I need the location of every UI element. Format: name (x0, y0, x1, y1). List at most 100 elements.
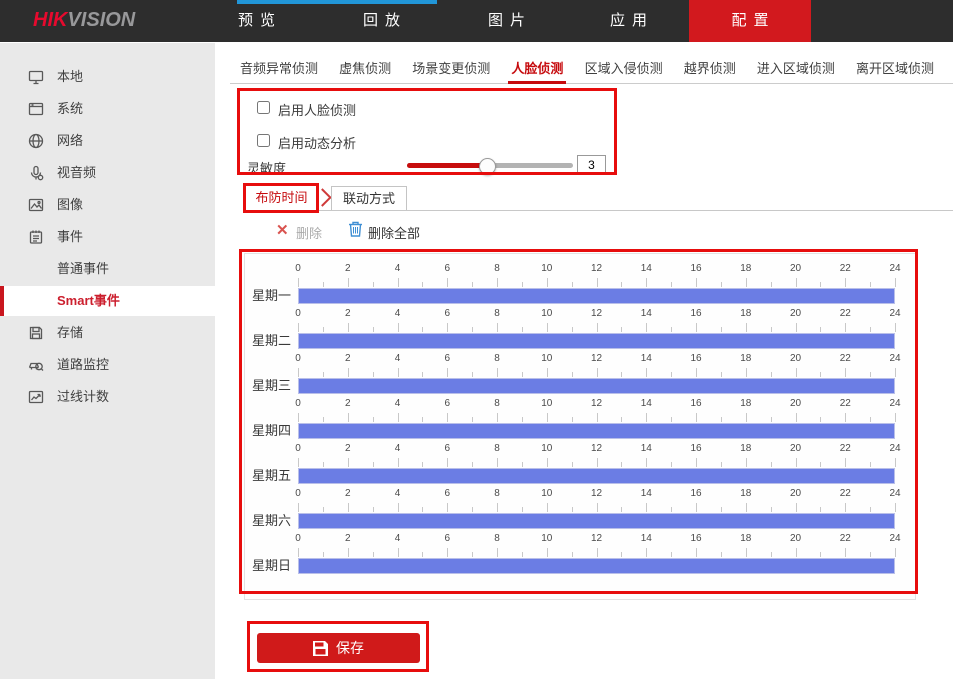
nav-tab-1[interactable]: 预览 (238, 0, 282, 42)
nav-tab-5[interactable]: 配置 (689, 0, 811, 42)
sidebar-item-过线计数[interactable]: 过线计数 (0, 382, 215, 412)
tick-mark (621, 282, 622, 287)
tab-arming-schedule[interactable]: 布防时间 (250, 186, 313, 209)
detection-tab-2[interactable]: 虚焦侦测 (336, 58, 394, 84)
hour-tick-label: 0 (286, 398, 310, 409)
tick-mark (597, 413, 598, 422)
hour-tick-label: 2 (336, 533, 360, 544)
sidebar-item-本地[interactable]: 本地 (0, 62, 215, 92)
tick-mark (646, 458, 647, 467)
save-button[interactable]: 保存 (257, 633, 420, 663)
schedule-bar[interactable] (298, 513, 895, 529)
tick-mark (796, 368, 797, 377)
detection-tab-4[interactable]: 人脸侦测 (508, 58, 566, 84)
tick-mark (621, 507, 622, 512)
tick-mark (572, 552, 573, 557)
tick-mark (522, 327, 523, 332)
tick-mark (373, 462, 374, 467)
detection-tab-3[interactable]: 场景变更侦测 (409, 58, 493, 84)
sidebar-item-系统[interactable]: 系统 (0, 94, 215, 124)
tick-mark (820, 507, 821, 512)
nav-tab-3[interactable]: 图片 (488, 0, 532, 42)
enable-dynamic-analysis-checkbox[interactable] (257, 134, 270, 147)
detection-tab-8[interactable]: 离开区域侦测 (853, 58, 937, 84)
sidebar-item-label: 道路监控 (57, 350, 109, 380)
sidebar-item-事件[interactable]: 事件 (0, 222, 215, 252)
nav-tab-2[interactable]: 回放 (363, 0, 407, 42)
image-icon (28, 197, 44, 213)
hour-tick-label: 10 (535, 263, 559, 274)
schedule-bar[interactable] (298, 423, 895, 439)
sidebar-item-label: 系统 (57, 94, 83, 124)
sidebar-item-Smart事件[interactable]: Smart事件 (0, 286, 215, 316)
hour-tick-label: 18 (734, 488, 758, 499)
hour-tick-label: 12 (585, 533, 609, 544)
line-counting-icon (28, 389, 44, 405)
tab-linkage-method[interactable]: 联动方式 (331, 186, 407, 211)
hour-tick-label: 16 (684, 398, 708, 409)
tick-mark (298, 548, 299, 557)
hour-tick-label: 20 (784, 263, 808, 274)
sidebar-item-普通事件[interactable]: 普通事件 (0, 254, 215, 284)
sidebar-item-网络[interactable]: 网络 (0, 126, 215, 156)
hour-tick-label: 22 (833, 533, 857, 544)
hour-tick-label: 16 (684, 443, 708, 454)
tabstrip-line (243, 210, 953, 211)
tick-mark (671, 552, 672, 557)
hour-tick-label: 0 (286, 443, 310, 454)
tick-mark (696, 503, 697, 512)
tick-mark (298, 368, 299, 377)
tick-mark (721, 372, 722, 377)
tick-mark (422, 417, 423, 422)
sidebar-item-视音频[interactable]: 视音频 (0, 158, 215, 188)
hour-tick-label: 14 (634, 398, 658, 409)
enable-face-detection-checkbox[interactable] (257, 101, 270, 114)
tick-mark (422, 282, 423, 287)
tick-mark (796, 503, 797, 512)
hour-tick-label: 14 (634, 533, 658, 544)
sensitivity-value-input[interactable] (577, 155, 606, 175)
sensitivity-slider-thumb[interactable] (479, 158, 496, 175)
hour-tick-label: 0 (286, 308, 310, 319)
schedule-bar[interactable] (298, 558, 895, 574)
schedule-bar[interactable] (298, 378, 895, 394)
logo-hik: HIK (33, 9, 67, 31)
hour-tick-label: 2 (336, 398, 360, 409)
sidebar-item-存储[interactable]: 存储 (0, 318, 215, 348)
delete-button[interactable]: 删除 (296, 223, 322, 242)
delete-all-button[interactable]: 删除全部 (368, 223, 420, 242)
tick-mark (895, 323, 896, 332)
logo-vision: VISION (67, 9, 135, 31)
tick-mark (820, 552, 821, 557)
hour-tick-label: 16 (684, 353, 708, 364)
sensitivity-slider-fill (407, 163, 487, 168)
sidebar-item-道路监控[interactable]: 道路监控 (0, 350, 215, 380)
hour-tick-label: 14 (634, 353, 658, 364)
tick-mark (323, 282, 324, 287)
schedule-bar[interactable] (298, 288, 895, 304)
detection-tab-7[interactable]: 进入区域侦测 (754, 58, 838, 84)
tick-mark (845, 413, 846, 422)
trash-icon (348, 221, 363, 242)
schedule-bar[interactable] (298, 333, 895, 349)
hour-tick-label: 18 (734, 533, 758, 544)
tick-mark (796, 458, 797, 467)
tick-mark (323, 372, 324, 377)
tick-mark (323, 552, 324, 557)
sidebar-item-图像[interactable]: 图像 (0, 190, 215, 220)
detection-tab-1[interactable]: 音频异常侦测 (237, 58, 321, 84)
detection-tab-6[interactable]: 越界侦测 (681, 58, 739, 84)
schedule-bar[interactable] (298, 468, 895, 484)
hour-tick-label: 22 (833, 308, 857, 319)
tick-mark (398, 368, 399, 377)
tick-mark (298, 323, 299, 332)
hour-tick-label: 4 (386, 308, 410, 319)
monitor-icon (28, 69, 44, 85)
tick-mark (323, 507, 324, 512)
detection-tab-5[interactable]: 区域入侵侦测 (582, 58, 666, 84)
hour-tick-label: 10 (535, 488, 559, 499)
tick-mark (895, 503, 896, 512)
hour-tick-label: 18 (734, 443, 758, 454)
nav-tab-4[interactable]: 应用 (610, 0, 654, 42)
hour-tick-label: 4 (386, 533, 410, 544)
